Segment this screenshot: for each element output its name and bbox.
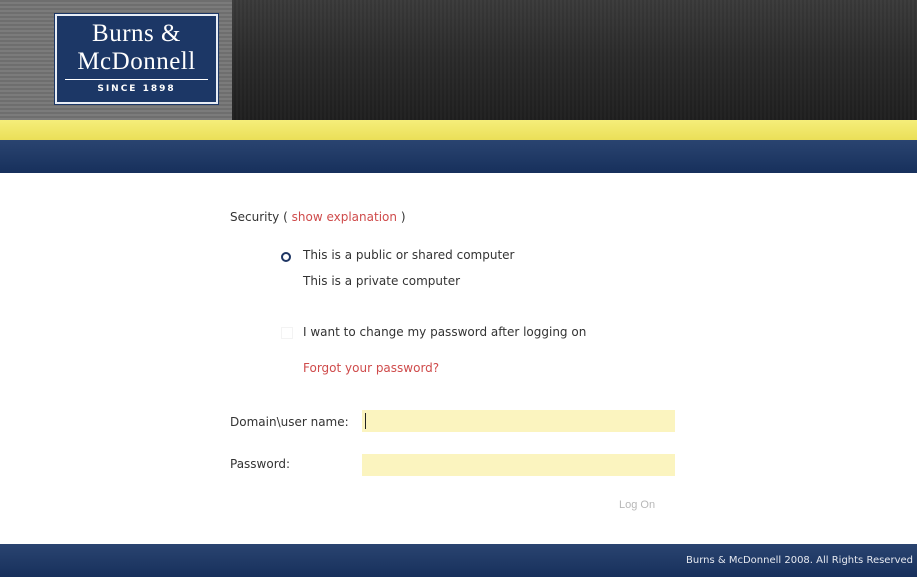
username-label: Domain\user name: [230,415,349,429]
password-label: Password: [230,457,291,471]
radio-private-computer-label[interactable]: This is a private computer [303,274,460,288]
logo-text-line2: McDonnell [77,48,196,75]
logo-divider [65,79,208,80]
logo-since-text: SINCE 1898 [97,84,176,94]
radio-public-computer-label[interactable]: This is a public or shared computer [303,248,514,262]
forgot-password-link[interactable]: Forgot your password? [303,361,439,375]
logo-text-line1: Burns & [92,20,181,47]
text-caret [365,413,366,429]
password-input[interactable] [362,454,675,476]
login-form: Security ( show explanation ) This is a … [0,174,917,544]
footer-copyright: Burns & McDonnell 2008. All Rights Reser… [686,555,913,566]
username-input[interactable] [362,410,675,432]
header-yellow-stripe [0,120,917,140]
security-paren-open: ( [283,210,288,224]
page-header: Burns & McDonnell SINCE 1898 [0,0,917,174]
company-logo: Burns & McDonnell SINCE 1898 [55,14,218,104]
log-on-button[interactable]: Log On [619,499,655,511]
change-password-checkbox[interactable] [281,327,293,339]
security-paren-close: ) [400,210,406,224]
security-label: Security [230,210,280,224]
show-explanation-link[interactable]: show explanation [292,210,397,224]
change-password-label[interactable]: I want to change my password after loggi… [303,325,586,339]
radio-public-computer[interactable] [281,252,291,262]
page-footer: Burns & McDonnell 2008. All Rights Reser… [0,544,917,577]
security-heading: Security ( show explanation ) [230,210,406,224]
header-navy-stripe [0,140,917,173]
radio-private-computer[interactable] [282,278,290,286]
